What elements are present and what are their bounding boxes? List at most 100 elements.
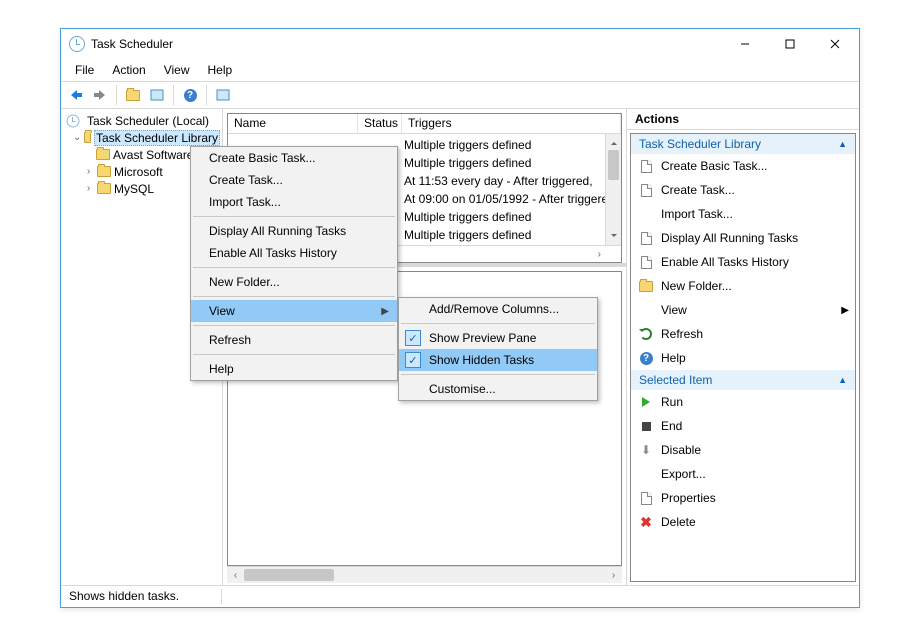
ctx-create-basic-task[interactable]: Create Basic Task... bbox=[191, 147, 397, 169]
col-name[interactable]: Name bbox=[228, 114, 358, 133]
grid-row[interactable]: At 11:53 every day - After triggered, bbox=[404, 172, 593, 190]
menu-separator bbox=[401, 323, 595, 324]
actions-panel: Actions Task Scheduler Library▲ Create B… bbox=[627, 109, 859, 585]
action-refresh[interactable]: Refresh bbox=[631, 322, 855, 346]
caret-up-icon: ▲ bbox=[838, 139, 847, 149]
action-new-folder[interactable]: New Folder... bbox=[631, 274, 855, 298]
titlebar: Task Scheduler bbox=[61, 29, 859, 59]
menu-file[interactable]: File bbox=[67, 61, 102, 79]
toolbar-separator bbox=[206, 85, 207, 105]
properties-button[interactable] bbox=[146, 84, 168, 106]
tree-root[interactable]: Task Scheduler (Local) bbox=[63, 112, 220, 129]
menu-action[interactable]: Action bbox=[104, 61, 153, 79]
clock-icon bbox=[69, 36, 85, 52]
scroll-left-icon[interactable]: ‹ bbox=[227, 570, 244, 581]
action-display-running-tasks[interactable]: Display All Running Tasks bbox=[631, 226, 855, 250]
document-icon bbox=[641, 160, 652, 173]
grid-row[interactable]: Multiple triggers defined bbox=[404, 208, 531, 226]
col-status[interactable]: Status bbox=[358, 114, 402, 133]
action-enable-history[interactable]: Enable All Tasks History bbox=[631, 250, 855, 274]
ctx-view[interactable]: View▶ bbox=[191, 300, 397, 322]
clock-icon bbox=[67, 114, 80, 127]
window-title: Task Scheduler bbox=[91, 37, 173, 51]
action-properties[interactable]: Properties bbox=[631, 486, 855, 510]
scroll-track[interactable] bbox=[244, 567, 605, 583]
scroll-right-icon[interactable]: › bbox=[605, 570, 622, 581]
actions-section-header[interactable]: Task Scheduler Library▲ bbox=[631, 134, 855, 154]
forward-button[interactable] bbox=[89, 84, 111, 106]
folder-icon bbox=[97, 183, 111, 194]
action-view[interactable]: View▶ bbox=[631, 298, 855, 322]
grid-row[interactable]: At 09:00 on 01/05/1992 - After triggered bbox=[404, 190, 615, 208]
ctx-show-preview-pane[interactable]: ✓Show Preview Pane bbox=[399, 327, 597, 349]
ctx-help[interactable]: Help bbox=[191, 358, 397, 380]
window-controls bbox=[722, 30, 857, 58]
ctx-show-hidden-tasks[interactable]: ✓Show Hidden Tasks bbox=[399, 349, 597, 371]
scroll-thumb[interactable] bbox=[244, 569, 334, 581]
grid-row[interactable]: Multiple triggers defined bbox=[404, 154, 531, 172]
view-submenu: Add/Remove Columns... ✓Show Preview Pane… bbox=[398, 297, 598, 401]
minimize-button[interactable] bbox=[722, 30, 767, 58]
context-menu: Create Basic Task... Create Task... Impo… bbox=[190, 146, 398, 381]
action-disable[interactable]: ⬇Disable bbox=[631, 438, 855, 462]
action-import-task[interactable]: Import Task... bbox=[631, 202, 855, 226]
caret-up-icon: ▲ bbox=[838, 375, 847, 385]
close-button[interactable] bbox=[812, 30, 857, 58]
expand-icon[interactable]: › bbox=[83, 166, 94, 177]
ctx-enable-history[interactable]: Enable All Tasks History bbox=[191, 242, 397, 264]
grid-header: Name Status Triggers bbox=[228, 114, 621, 134]
help-button[interactable]: ? bbox=[179, 84, 201, 106]
ctx-display-running[interactable]: Display All Running Tasks bbox=[191, 220, 397, 242]
expand-icon[interactable]: › bbox=[83, 183, 94, 194]
action-create-basic-task[interactable]: Create Basic Task... bbox=[631, 154, 855, 178]
ctx-customise[interactable]: Customise... bbox=[399, 378, 597, 400]
chevron-right-icon[interactable]: › bbox=[598, 249, 601, 260]
up-button[interactable] bbox=[122, 84, 144, 106]
help-icon: ? bbox=[184, 89, 197, 102]
toolbar-separator bbox=[173, 85, 174, 105]
play-icon bbox=[642, 397, 650, 407]
back-button[interactable] bbox=[65, 84, 87, 106]
properties-icon bbox=[641, 492, 652, 505]
grid-row[interactable]: Multiple triggers defined bbox=[404, 136, 531, 154]
ctx-create-task[interactable]: Create Task... bbox=[191, 169, 397, 191]
menu-separator bbox=[193, 267, 395, 268]
menu-help[interactable]: Help bbox=[200, 61, 241, 79]
folder-icon bbox=[97, 166, 111, 177]
list-icon bbox=[641, 232, 652, 245]
action-export[interactable]: Export... bbox=[631, 462, 855, 486]
vertical-scrollbar[interactable] bbox=[605, 134, 621, 245]
view-button[interactable] bbox=[212, 84, 234, 106]
ctx-add-remove-columns[interactable]: Add/Remove Columns... bbox=[399, 298, 597, 320]
collapse-icon[interactable]: ⌄ bbox=[73, 132, 81, 143]
disable-icon: ⬇ bbox=[637, 442, 655, 458]
menu-separator bbox=[193, 325, 395, 326]
action-create-task[interactable]: Create Task... bbox=[631, 178, 855, 202]
action-end[interactable]: End bbox=[631, 414, 855, 438]
menu-view[interactable]: View bbox=[156, 61, 198, 79]
check-icon: ✓ bbox=[405, 352, 421, 368]
menu-separator bbox=[193, 216, 395, 217]
scroll-thumb[interactable] bbox=[608, 150, 619, 180]
selected-item-section-header[interactable]: Selected Item▲ bbox=[631, 370, 855, 390]
toolbar-separator bbox=[116, 85, 117, 105]
action-help[interactable]: ?Help bbox=[631, 346, 855, 370]
menu-separator bbox=[193, 354, 395, 355]
history-icon bbox=[641, 256, 652, 269]
ctx-new-folder[interactable]: New Folder... bbox=[191, 271, 397, 293]
menu-separator bbox=[401, 374, 595, 375]
help-icon: ? bbox=[640, 352, 653, 365]
stop-icon bbox=[642, 422, 651, 431]
maximize-button[interactable] bbox=[767, 30, 812, 58]
action-delete[interactable]: ✖Delete bbox=[631, 510, 855, 534]
horizontal-scrollbar[interactable]: ‹ › bbox=[227, 566, 622, 583]
action-run[interactable]: Run bbox=[631, 390, 855, 414]
chevron-right-icon: ▶ bbox=[381, 306, 389, 317]
tree-library[interactable]: ⌄ Task Scheduler Library bbox=[63, 129, 220, 146]
grid-row[interactable]: Multiple triggers defined bbox=[404, 226, 531, 244]
folder-icon bbox=[84, 132, 91, 143]
col-triggers[interactable]: Triggers bbox=[402, 114, 621, 133]
status-text: Shows hidden tasks. bbox=[69, 589, 179, 603]
ctx-import-task[interactable]: Import Task... bbox=[191, 191, 397, 213]
ctx-refresh[interactable]: Refresh bbox=[191, 329, 397, 351]
